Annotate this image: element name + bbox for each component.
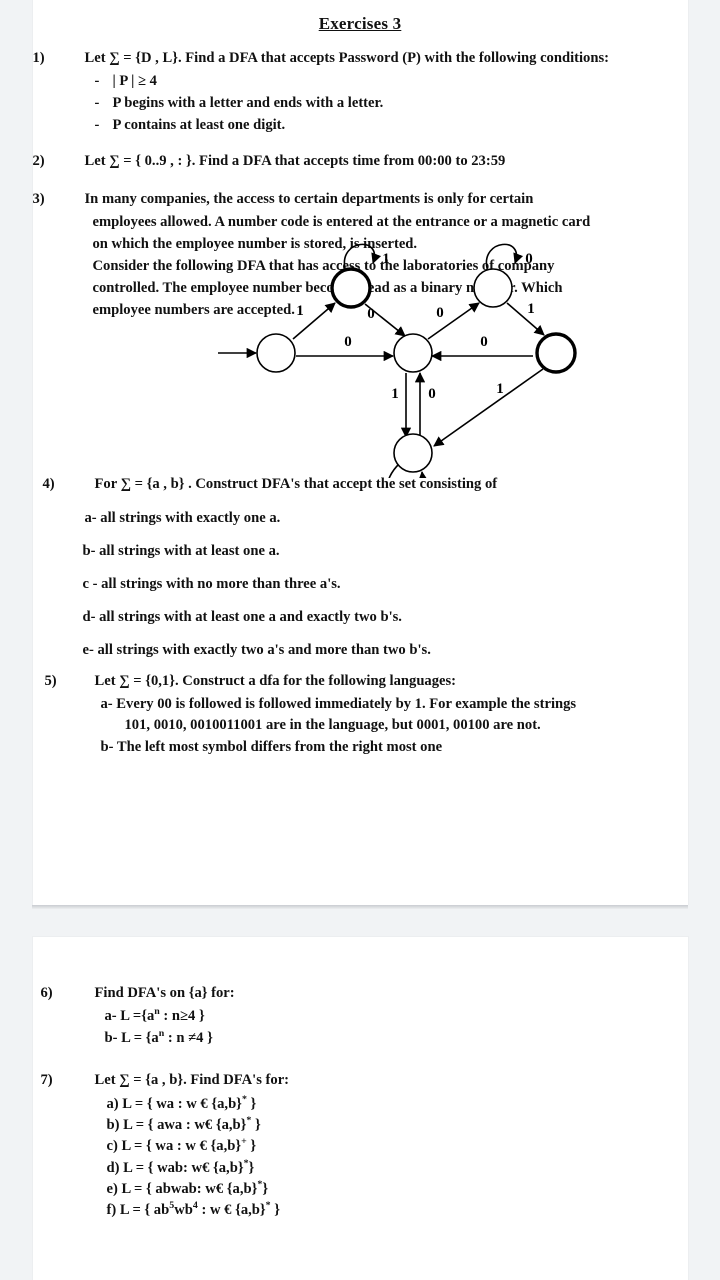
question-4-item-b: b- all strings with at least one a.	[82, 542, 280, 559]
question-4-item-c: c - all strings with no more than three …	[82, 575, 341, 592]
dfa-state-q2	[392, 333, 433, 374]
question-7-text: 7) Let ∑ = {a , b}. Find DFA's for:	[40, 1070, 658, 1091]
question-7-item-d: d) L = { wab: w€ {a,b}*}	[106, 1157, 255, 1176]
page-1: Exercises 3 1) Let ∑ = {D , L}. Find a DF…	[32, 0, 688, 905]
question-1-text: 1) Let ∑ = {D , L}. Find a DFA that accep…	[32, 48, 658, 69]
document-viewer: Exercises 3 1) Let ∑ = {D , L}. Find a DF…	[0, 0, 720, 1280]
question-5-item-b: b- The left most symbol differs from the…	[100, 738, 443, 755]
question-7-number: 7)	[40, 1072, 53, 1089]
question-4-item-a: a- all strings with exactly one a.	[84, 509, 281, 526]
edge-q4-q5	[432, 368, 543, 448]
question-6-item-b: b- L = {an : n ≠4 }	[104, 1028, 213, 1047]
question-6-item-a: a- L ={an : n≥4 }	[104, 1006, 205, 1025]
edge-label-q0-q2: 0	[344, 334, 352, 350]
edge-label-q5-q2: 0	[428, 386, 436, 402]
dfa-state-q0	[255, 333, 296, 374]
bullet-dash-icon: -	[94, 73, 100, 90]
question-7-item-b: b) L = { awa : w€ {a,b}* }	[106, 1115, 261, 1133]
question-6-text: 6) Find DFA's on {a} for:	[40, 983, 658, 1004]
bullet-dash-icon: -	[94, 117, 100, 134]
question-2-number: 2)	[32, 153, 45, 170]
question-1-bullet-1-text: | P | ≥ 4	[112, 73, 157, 90]
question-6: 6) Find DFA's on {a} for: a- L ={an : n≥4…	[40, 983, 658, 1050]
question-2: 2) Let ∑ = { 0..9 , : }. Find a DFA that …	[32, 151, 658, 172]
question-1-bullet-2-text: P begins with a letter and ends with a l…	[112, 95, 384, 112]
question-4-item-e: e- all strings with exactly two a's and …	[82, 641, 431, 658]
dfa-diagram: 1 0 1 0 0 0 1 0 1 1 0	[63, 233, 658, 479]
edge-label-q3-q4: 1	[527, 301, 535, 317]
edge-q3-q4	[505, 302, 545, 337]
question-1-bullet-3: -P contains at least one digit.	[63, 115, 658, 137]
edge-label-q4-q2: 0	[480, 334, 488, 350]
question-1-bullet-1: - | P | ≥ 4	[63, 71, 658, 93]
question-3-line-1: 3) In many companies, the access to certa…	[32, 189, 658, 210]
dfa-state-q5	[392, 433, 433, 474]
bullet-dash-icon: -	[94, 95, 100, 112]
question-4-text: 4) For ∑ = {a , b} . Construct DFA's that…	[42, 474, 658, 495]
question-1-body: Let ∑ = {D , L}. Find a DFA that accepts…	[84, 50, 610, 66]
question-7-item-f: f) L = { ab5wb4 : w € {a,b}* }	[106, 1200, 281, 1219]
question-3-line-2: employees allowed. A number code is ente…	[92, 213, 591, 230]
question-6-number: 6)	[40, 985, 53, 1001]
page-title: Exercises 3	[318, 14, 402, 33]
dfa-state-diagram-svg: 1 0 1 0 0 0 1 0 1 1 0	[217, 244, 577, 479]
question-1-bullet-2: -P begins with a letter and ends with a …	[63, 93, 658, 115]
edge-q3-self-loop	[485, 244, 523, 269]
question-7: 7) Let ∑ = {a , b}. Find DFA's for: a) L …	[40, 1070, 658, 1221]
question-5-item-a-cont: 101, 0010, 0010011001 are in the languag…	[124, 717, 541, 734]
question-5: 5) Let ∑ = {0,1}. Construct a dfa for the…	[44, 671, 658, 758]
edge-label-q4-q5: 1	[496, 381, 504, 397]
question-5-text: 5) Let ∑ = {0,1}. Construct a dfa for the…	[44, 671, 658, 692]
page-2: 6) Find DFA's on {a} for: a- L ={an : n≥4…	[32, 937, 688, 1280]
edge-label-q1-self: 1	[382, 251, 390, 267]
question-7-item-e: e) L = { abwab: w€ {a,b}*}	[106, 1178, 269, 1197]
dfa-state-q1-accepting	[329, 267, 372, 310]
edge-q1-self-loop	[343, 244, 381, 269]
question-4-item-d: d- all strings with at least one a and e…	[82, 608, 402, 625]
question-5-item-a: a- Every 00 is followed is followed imme…	[100, 696, 577, 713]
question-5-number: 5)	[44, 672, 57, 689]
edge-label-q3-self: 0	[525, 251, 533, 267]
question-7-item-a: a) L = { wa : w € {a,b}* }	[106, 1093, 257, 1112]
question-2-text: 2) Let ∑ = { 0..9 , : }. Find a DFA that …	[32, 151, 658, 172]
question-4-number: 4)	[42, 476, 55, 493]
question-7-item-c: c) L = { wa : w € {a,b}+ }	[106, 1136, 257, 1155]
question-1: 1) Let ∑ = {D , L}. Find a DFA that accep…	[32, 48, 658, 137]
edge-label-q1-q2: 0	[367, 306, 375, 322]
page-separator	[0, 905, 720, 937]
edge-label-q2-q5: 1	[391, 386, 399, 402]
question-2-body: Let ∑ = { 0..9 , : }. Find a DFA that ac…	[84, 153, 506, 170]
edge-label-q0-q1: 1	[296, 303, 304, 319]
dfa-state-q4-accepting	[534, 332, 577, 375]
question-3-number: 3)	[32, 190, 45, 207]
question-1-number: 1)	[32, 50, 45, 66]
question-4: 4) For ∑ = {a , b} . Construct DFA's that…	[42, 474, 658, 658]
edge-label-q2-q3: 0	[436, 305, 444, 321]
question-1-bullet-3-text: P contains at least one digit.	[112, 117, 286, 134]
dfa-state-q3	[472, 268, 513, 309]
